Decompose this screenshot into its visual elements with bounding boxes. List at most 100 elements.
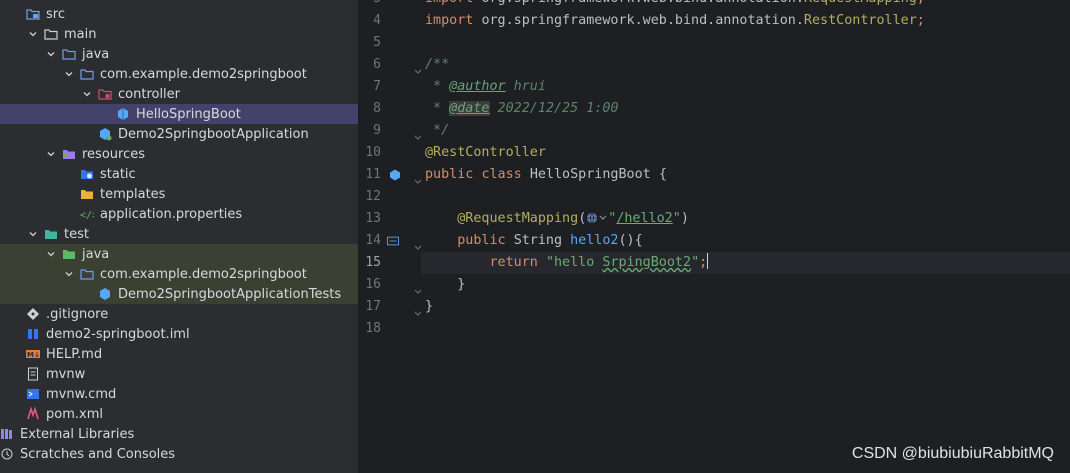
- code-token: {: [658, 167, 667, 182]
- tree-item-label: static: [100, 166, 136, 182]
- tree-item-label: HelloSpringBoot: [136, 106, 241, 122]
- maven-file-icon: [26, 407, 40, 421]
- tree-item-label: HELP.md: [46, 346, 103, 362]
- code-line[interactable]: public class HelloSpringBoot {: [425, 164, 667, 186]
- folder-icon: [44, 27, 58, 41]
- tree-item[interactable]: demo2-springboot.iml: [0, 324, 358, 344]
- tree-item[interactable]: Demo2SpringbootApplicationTests: [0, 284, 358, 304]
- svg-text:</>: </>: [80, 210, 94, 221]
- resources-folder-icon: [62, 147, 76, 161]
- code-line[interactable]: }: [425, 296, 433, 318]
- line-number: 11: [365, 167, 381, 182]
- text-file-icon: [26, 367, 40, 381]
- tree-item[interactable]: HelloSpringBoot: [0, 104, 358, 124]
- line-number: 12: [365, 189, 381, 204]
- spring-bean-gutter-icon[interactable]: [389, 169, 401, 181]
- tree-item[interactable]: com.example.demo2springboot: [0, 64, 358, 84]
- tree-item[interactable]: </> application.properties: [0, 204, 358, 224]
- code-token: ): [680, 211, 689, 226]
- code-line[interactable]: public String hello2(){: [425, 230, 642, 252]
- chevron-down-icon[interactable]: [62, 67, 76, 81]
- tree-item-label: resources: [82, 146, 146, 162]
- tree-item[interactable]: mvnw.cmd: [0, 384, 358, 404]
- tree-item-label: test: [64, 226, 89, 242]
- tree-item-label: main: [64, 26, 97, 42]
- tree-item[interactable]: com.example.demo2springboot: [0, 264, 358, 284]
- tree-item[interactable]: controller: [0, 84, 358, 104]
- tree-item[interactable]: resources: [0, 144, 358, 164]
- code-token: HelloSpringBoot: [529, 167, 659, 182]
- code-editor[interactable]: 3 4 5 6 7 8 9 10 11 12 13 14 15 16 17 18 import org.spr…: [359, 0, 1070, 473]
- tree-item-label: demo2-springboot.iml: [46, 326, 190, 342]
- tree-item[interactable]: java: [0, 244, 358, 264]
- globe-icon[interactable]: [586, 210, 608, 232]
- tree-item-label: application.properties: [100, 206, 243, 222]
- chevron-down-icon[interactable]: [44, 47, 58, 61]
- tree-item-label: templates: [100, 186, 166, 202]
- tree-item-label: com.example.demo2springboot: [100, 266, 307, 282]
- code-line[interactable]: }: [425, 274, 465, 296]
- code-line[interactable]: /**: [425, 54, 449, 76]
- tree-item-label: controller: [118, 86, 181, 102]
- code-token: 2022/12/25 1:00: [489, 101, 619, 116]
- tree-item[interactable]: pom.xml: [0, 404, 358, 424]
- tree-item-label: mvnw: [46, 366, 86, 382]
- code-token: *: [425, 101, 450, 116]
- code-token: org.springframework.web.bind.annotation.: [481, 13, 804, 28]
- code-line[interactable]: @RequestMapping("/hello2"): [425, 208, 689, 230]
- tree-item[interactable]: static: [0, 164, 358, 184]
- tree-item[interactable]: Scratches and Consoles: [0, 444, 358, 464]
- spring-app-class-icon: [98, 127, 112, 141]
- tree-item[interactable]: Demo2SpringbootApplication: [0, 124, 358, 144]
- code-line[interactable]: * @author hrui: [425, 76, 546, 98]
- line-number: 13: [365, 211, 381, 226]
- package-icon: [80, 267, 94, 281]
- tree-item[interactable]: test: [0, 224, 358, 244]
- chevron-down-icon[interactable]: [44, 247, 58, 261]
- code-token: ;: [917, 0, 925, 6]
- code-token: public: [425, 167, 482, 182]
- code-line[interactable]: import org.springframework.web.bind.anno…: [425, 10, 925, 32]
- line-number: 7: [373, 79, 381, 94]
- code-line[interactable]: import org.springframework.web.bind.anno…: [425, 0, 925, 10]
- code-line[interactable]: return "hello SrpingBoot2";: [421, 252, 1070, 274]
- chevron-down-icon[interactable]: [62, 267, 76, 281]
- line-number: 5: [373, 35, 381, 50]
- code-token: */: [425, 123, 450, 138]
- tree-item[interactable]: java: [0, 44, 358, 64]
- tree-item-label: Scratches and Consoles: [20, 446, 176, 462]
- tree-item-label: .gitignore: [46, 306, 109, 322]
- tree-item[interactable]: M↓ HELP.md: [0, 344, 358, 364]
- chevron-down-icon[interactable]: [80, 87, 94, 101]
- line-number: 10: [365, 145, 381, 160]
- code-line[interactable]: * @date 2022/12/25 1:00: [425, 98, 619, 120]
- source-root-folder-icon: [62, 47, 76, 61]
- chevron-down-icon[interactable]: [26, 227, 40, 241]
- tree-item-label: java: [82, 46, 110, 62]
- code-token: }: [425, 299, 434, 314]
- code-token: hrui: [505, 79, 546, 94]
- chevron-down-icon[interactable]: [44, 147, 58, 161]
- request-mapping-gutter-icon[interactable]: [387, 235, 399, 247]
- code-token: hello2: [570, 233, 619, 248]
- line-number: 15: [365, 255, 381, 270]
- code-area[interactable]: import org.springframework.web.bind.anno…: [421, 0, 1070, 473]
- tree-item[interactable]: mvnw: [0, 364, 358, 384]
- code-token: SrpingBoot2: [602, 255, 692, 270]
- tree-item[interactable]: .gitignore: [0, 304, 358, 324]
- tree-item[interactable]: main: [0, 24, 358, 44]
- code-line[interactable]: @RestController: [425, 142, 546, 164]
- tree-item[interactable]: src: [0, 4, 358, 24]
- chevron-down-icon[interactable]: [26, 27, 40, 41]
- project-tree[interactable]: src main java com.example.demo2springboot co…: [0, 0, 358, 473]
- scratches-icon: [0, 447, 14, 461]
- code-line[interactable]: */: [425, 120, 449, 142]
- test-folder-icon: [44, 227, 58, 241]
- line-number: 9: [373, 123, 381, 138]
- code-token: String: [513, 233, 571, 248]
- tree-item[interactable]: External Libraries: [0, 424, 358, 444]
- tree-item[interactable]: templates: [0, 184, 358, 204]
